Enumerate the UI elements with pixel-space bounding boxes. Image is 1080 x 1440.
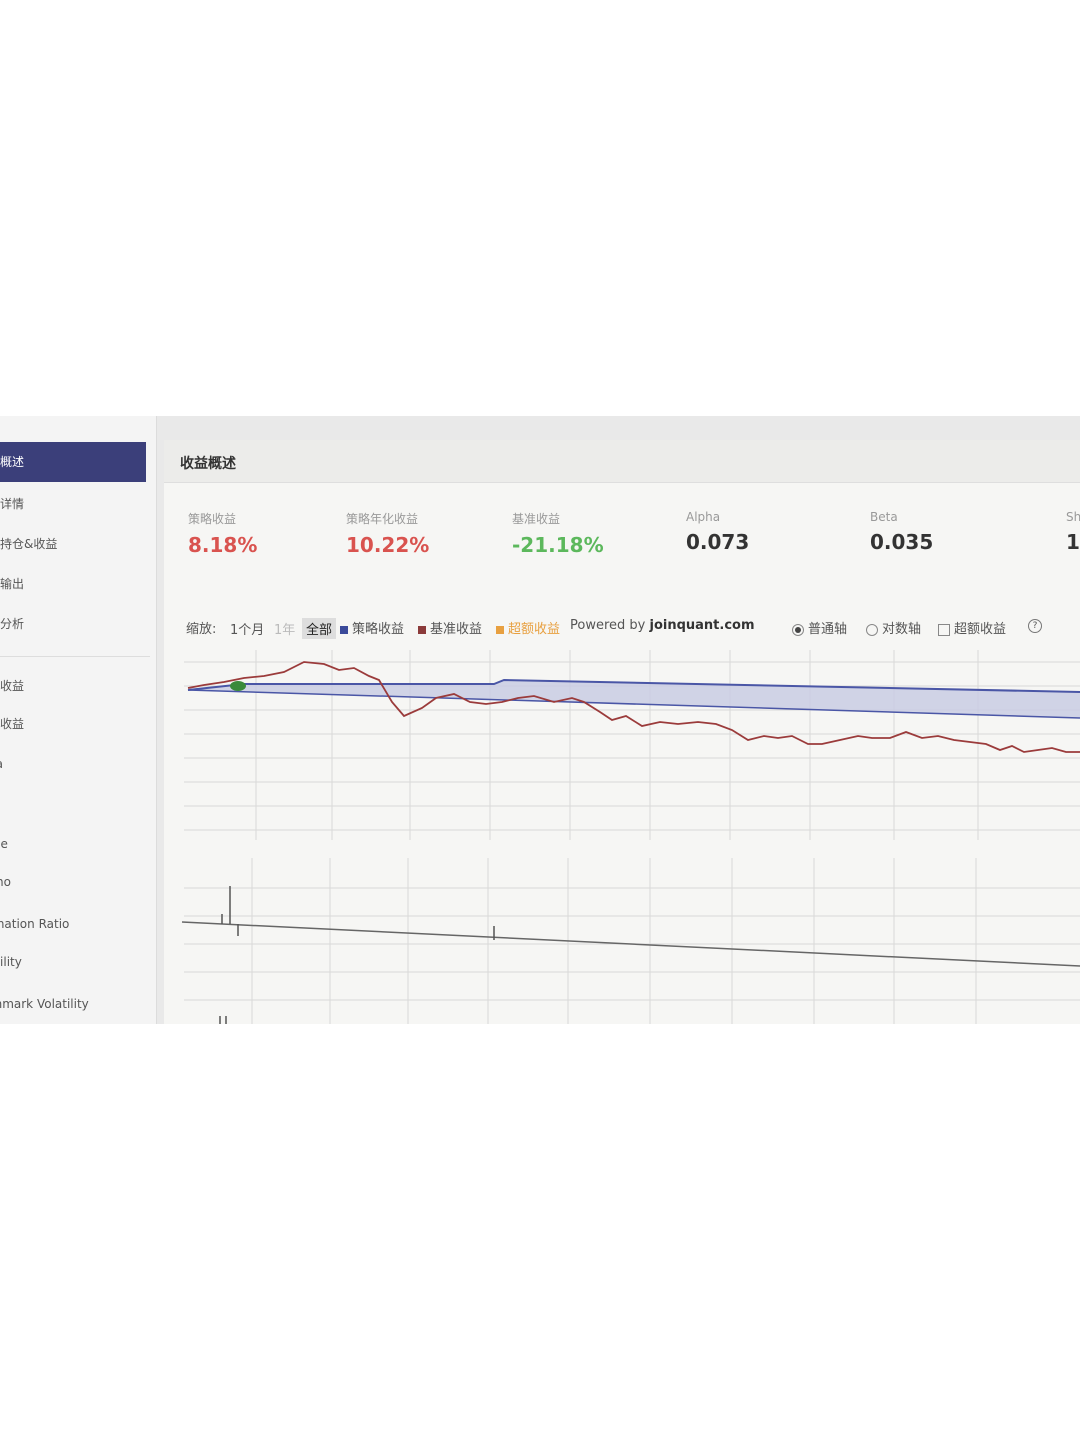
sidebar-item-overview[interactable]: 益概述 [0, 442, 146, 482]
sidebar-item-volatility[interactable]: atility [0, 950, 150, 974]
sidebar-item-trades[interactable]: 易详情 [0, 492, 150, 516]
sidebar-divider [0, 656, 150, 657]
sidebar-item-beta[interactable]: a [0, 792, 150, 816]
position-marker [230, 681, 246, 691]
sidebar-item-positions[interactable]: 日持仓&收益 [0, 532, 150, 556]
sidebar: 益概述 易详情 日持仓&收益 志输出 能分析 略收益 准收益 ha a rpe … [0, 416, 157, 1024]
sidebar-item-benchmark-volatility[interactable]: chmark Volatility [0, 992, 150, 1016]
sidebar-item-information-ratio[interactable]: rmation Ratio [0, 912, 150, 936]
volume-bars [219, 886, 495, 1024]
sidebar-item-performance[interactable]: 能分析 [0, 612, 150, 636]
monitor-screen: 益概述 易详情 日持仓&收益 志输出 能分析 略收益 准收益 ha a rpe … [0, 416, 1080, 1024]
sidebar-item-strategy-return[interactable]: 略收益 [0, 674, 150, 698]
sidebar-item-log[interactable]: 志输出 [0, 572, 150, 596]
sidebar-item-sortino[interactable]: tino [0, 870, 150, 894]
sidebar-item-sharpe[interactable]: rpe [0, 832, 150, 856]
sidebar-item-benchmark-return[interactable]: 准收益 [0, 712, 150, 736]
sidebar-item-alpha[interactable]: ha [0, 752, 150, 776]
returns-chart [181, 650, 1080, 1024]
returns-overview-panel: 收益概述 策略收益 8.18% 策略年化收益 10.22% 基准收益 -21.1… [164, 440, 1080, 1024]
